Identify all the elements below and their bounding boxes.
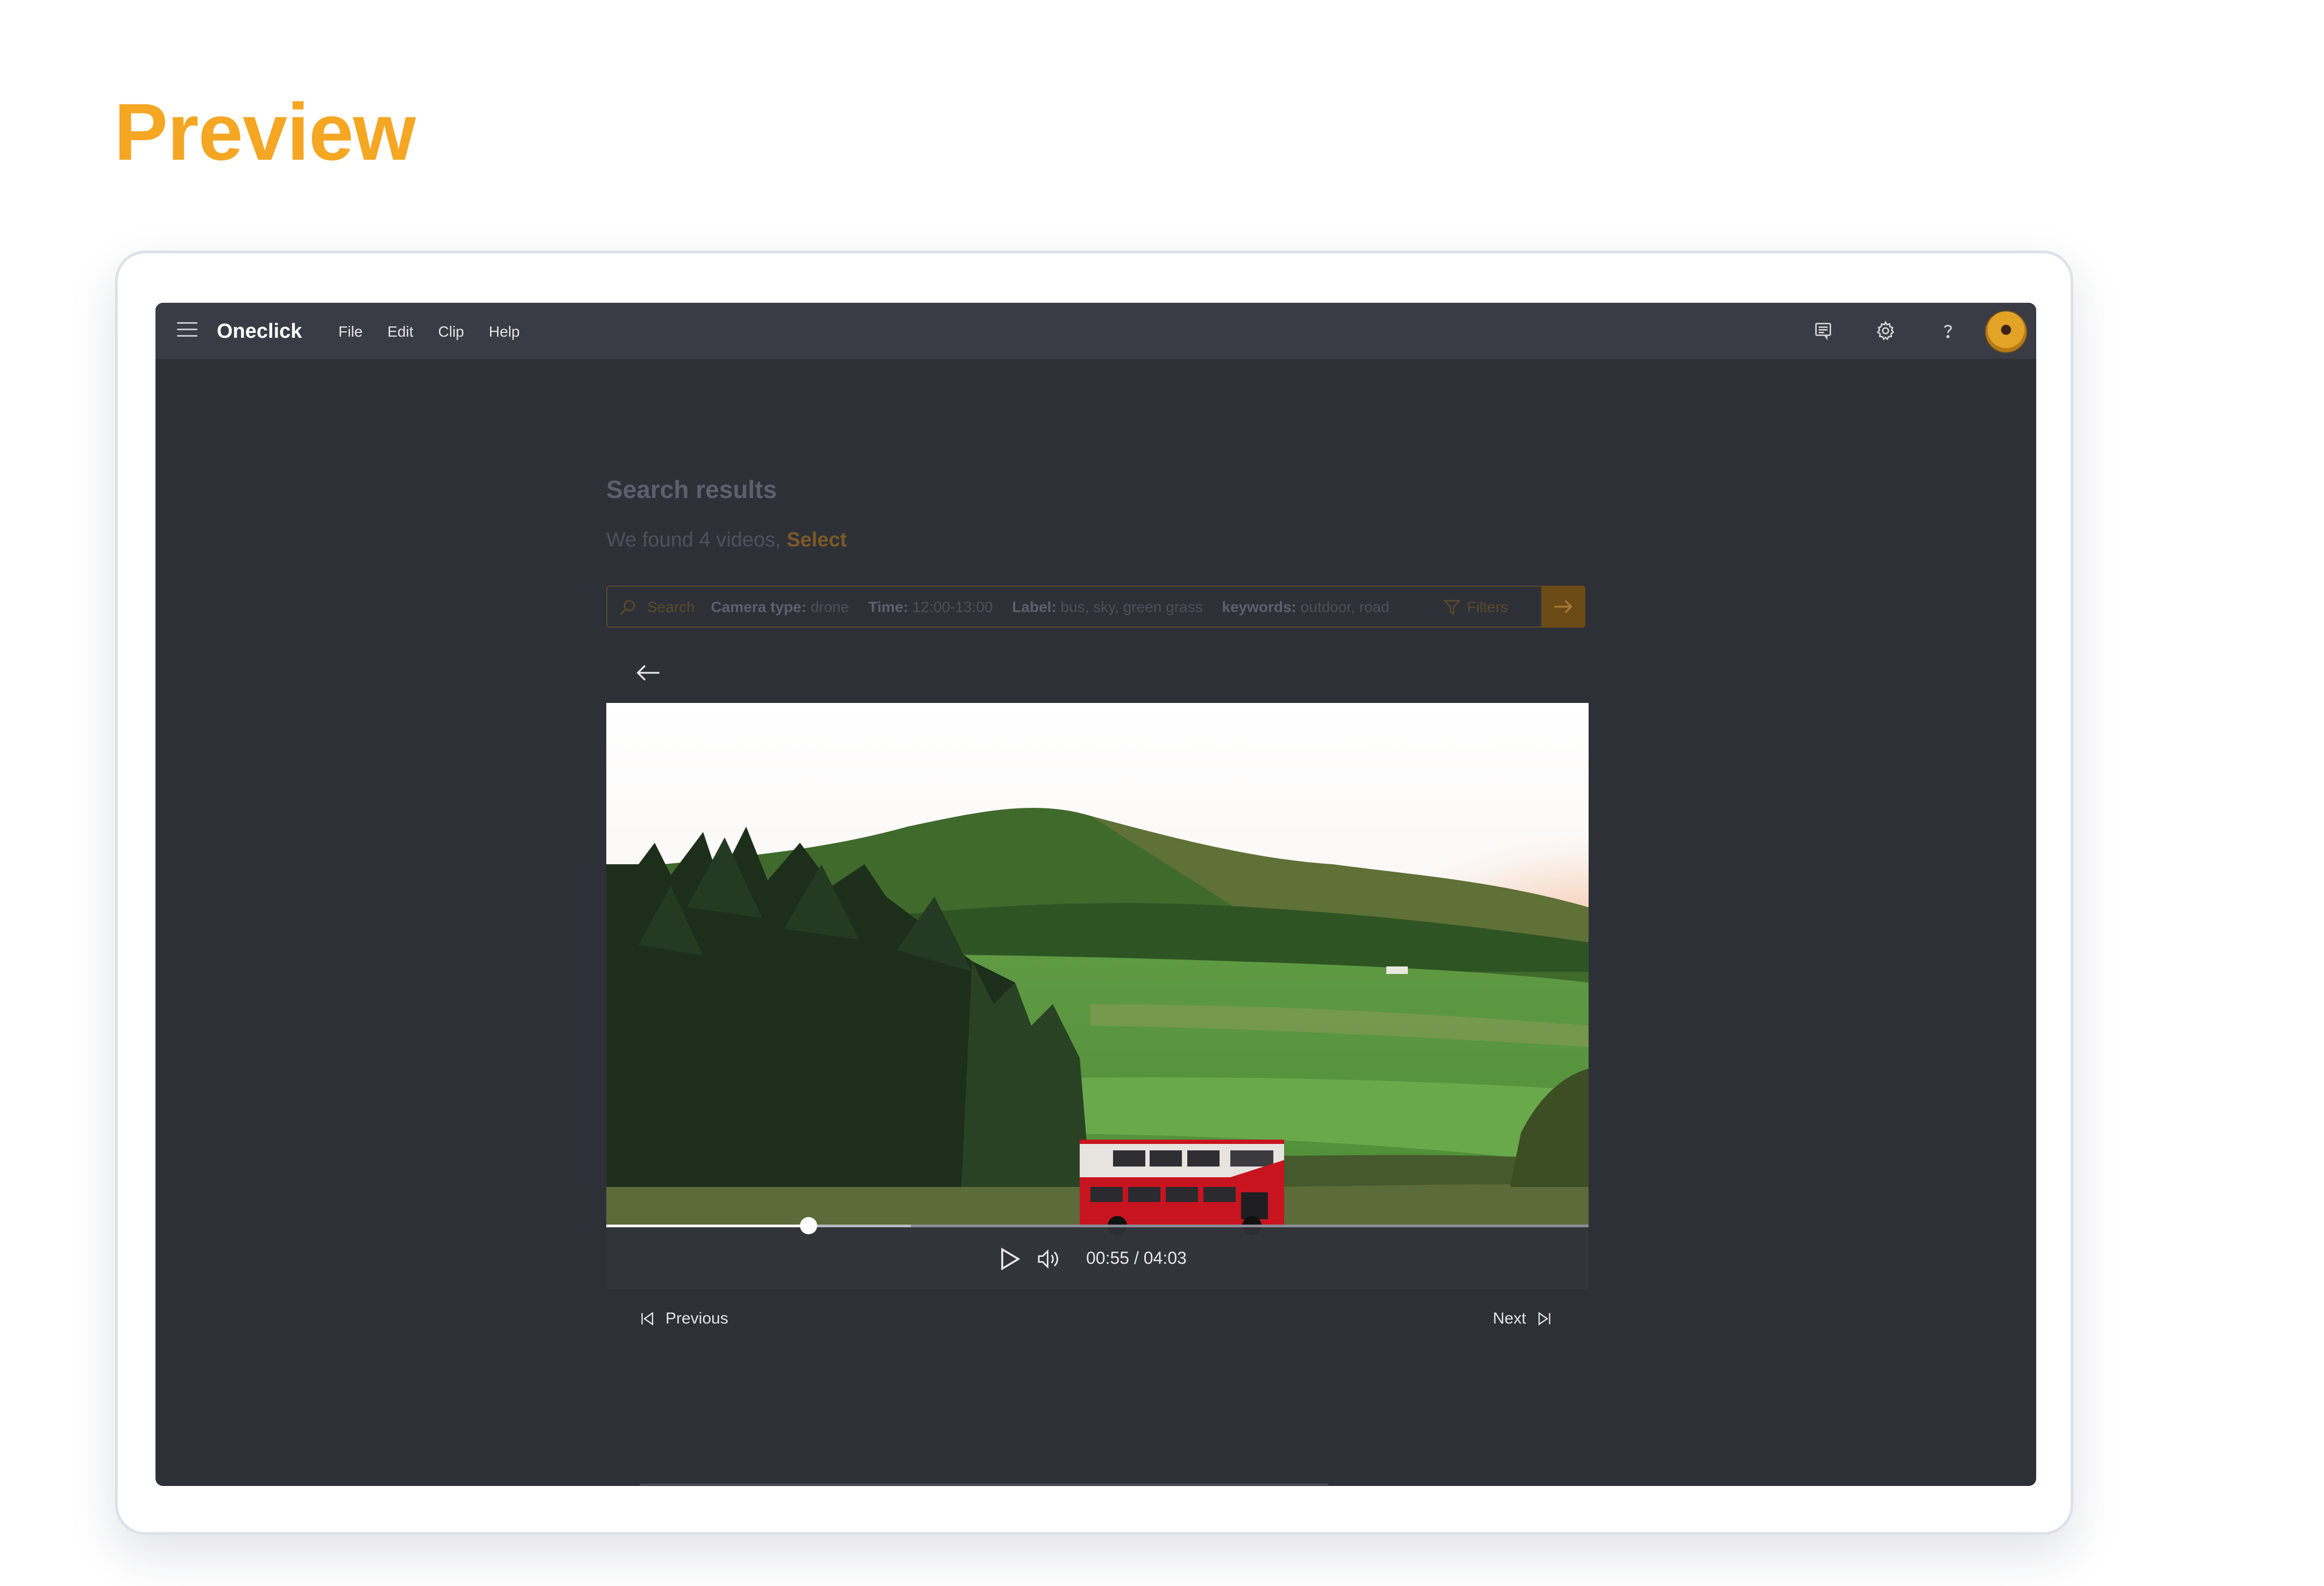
search-tokens: Search Camera type: drone Time: 12:00-13… [647, 599, 1405, 616]
progress-track[interactable] [606, 1217, 1589, 1234]
bus-image [1080, 1140, 1284, 1235]
video-frame [606, 703, 1589, 1289]
filters-button[interactable]: Filters [1442, 598, 1508, 617]
next-button[interactable]: Next [1493, 1310, 1552, 1328]
feedback-icon[interactable] [1812, 320, 1834, 342]
back-arrow-icon[interactable] [634, 662, 661, 684]
next-label: Next [1493, 1310, 1526, 1327]
search-submit-button[interactable] [1541, 586, 1585, 628]
token-time[interactable]: Time: 12:00-13:00 [868, 599, 993, 615]
top-bar: Oneclick File Edit Clip Help [155, 303, 2036, 359]
ghost-divider-right [1059, 1484, 1328, 1485]
time-display: 00:55 / 04:03 [1086, 1248, 1187, 1268]
token-label[interactable]: Label: bus, sky, green grass [1012, 599, 1202, 615]
menu-clip[interactable]: Clip [438, 323, 464, 340]
avatar[interactable] [1985, 310, 2028, 353]
filters-label: Filters [1467, 599, 1508, 615]
search-placeholder[interactable]: Search [647, 599, 695, 615]
previous-label: Previous [665, 1310, 728, 1327]
player-controls: 00:55 / 04:03 [606, 1217, 1589, 1289]
app-name: Oneclick [217, 320, 302, 343]
page-title: Preview [114, 87, 416, 177]
progress-thumb[interactable] [800, 1217, 818, 1234]
select-link[interactable]: Select [787, 529, 847, 551]
menu-help[interactable]: Help [489, 323, 520, 340]
volume-icon[interactable] [1037, 1248, 1062, 1270]
token-camera-type[interactable]: Camera type: drone [711, 599, 849, 615]
menu-bar: File Edit Clip Help [338, 323, 520, 340]
arrow-right-icon [1554, 600, 1573, 614]
filter-icon [1443, 600, 1461, 615]
search-bar[interactable]: Search Camera type: drone Time: 12:00-13… [606, 586, 1585, 628]
results-summary: We found 4 videos, Select [606, 529, 847, 552]
play-icon[interactable] [999, 1247, 1021, 1271]
video-player[interactable]: 00:55 / 04:03 [606, 703, 1589, 1289]
device-frame: Oneclick File Edit Clip Help Search resu… [115, 251, 2073, 1535]
menu-icon[interactable] [177, 322, 197, 339]
search-icon [620, 600, 635, 615]
skip-previous-icon [641, 1312, 654, 1326]
results-title: Search results [606, 475, 777, 503]
results-count-text: We found 4 videos, [606, 529, 781, 551]
skip-next-icon [1538, 1312, 1550, 1326]
token-keywords[interactable]: keywords: outdoor, road [1222, 599, 1389, 615]
gear-icon[interactable] [1875, 320, 1896, 342]
app-screen: Oneclick File Edit Clip Help Search resu… [155, 303, 2036, 1486]
progress-fill [606, 1225, 809, 1227]
help-icon[interactable] [1937, 320, 1959, 342]
previous-button[interactable]: Previous [640, 1310, 728, 1328]
menu-edit[interactable]: Edit [387, 323, 413, 340]
menu-file[interactable]: File [338, 323, 363, 340]
